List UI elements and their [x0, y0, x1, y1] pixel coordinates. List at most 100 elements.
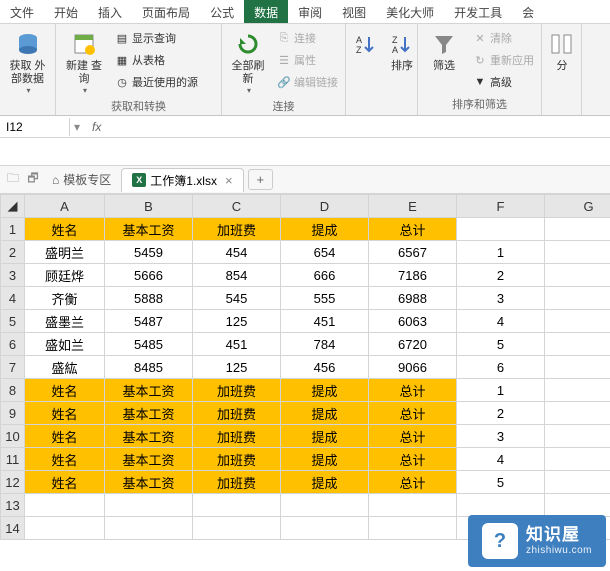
sort-za-button[interactable]: ZA 排序 — [386, 28, 418, 75]
cell[interactable]: 总计 — [369, 218, 457, 241]
get-external-data-button[interactable]: 获取 外部数据 — [4, 28, 51, 97]
col-header[interactable]: A — [25, 195, 105, 218]
cell[interactable]: 基本工资 — [105, 218, 193, 241]
cell[interactable]: 提成 — [281, 218, 369, 241]
tab-review[interactable]: 审阅 — [288, 0, 332, 23]
template-zone-tab[interactable]: ⌂ 模板专区 — [44, 168, 119, 191]
cell[interactable]: 总计 — [369, 425, 457, 448]
cell[interactable]: 4 — [457, 310, 545, 333]
cell[interactable]: 盛紘 — [25, 356, 105, 379]
row-header[interactable]: 11 — [1, 448, 25, 471]
cell[interactable]: 4 — [457, 448, 545, 471]
cell[interactable]: 2 — [457, 264, 545, 287]
cell[interactable]: 6988 — [369, 287, 457, 310]
tab-beautify[interactable]: 美化大师 — [376, 0, 444, 23]
reapply-button[interactable]: ↻重新应用 — [470, 50, 537, 70]
cell[interactable] — [545, 241, 610, 264]
row-header[interactable]: 4 — [1, 287, 25, 310]
spreadsheet-grid[interactable]: ◢ A B C D E F G 1 姓名 基本工资 加班费 提成 总计 2 盛明… — [0, 194, 610, 540]
row-header[interactable]: 13 — [1, 494, 25, 517]
name-box-dropdown[interactable]: ▾ — [70, 120, 84, 134]
cell[interactable] — [545, 287, 610, 310]
clear-filter-button[interactable]: ✕清除 — [470, 28, 537, 48]
cell[interactable]: 基本工资 — [105, 402, 193, 425]
cell[interactable] — [25, 517, 105, 540]
cell[interactable]: 总计 — [369, 471, 457, 494]
sort-az-button[interactable]: AZ — [350, 28, 382, 62]
cell[interactable] — [369, 517, 457, 540]
cell[interactable] — [545, 379, 610, 402]
cell[interactable] — [545, 356, 610, 379]
cell[interactable]: 盛如兰 — [25, 333, 105, 356]
cell[interactable]: 5459 — [105, 241, 193, 264]
cell[interactable]: 5487 — [105, 310, 193, 333]
cell[interactable]: 1 — [457, 379, 545, 402]
cell[interactable]: 基本工资 — [105, 379, 193, 402]
cell[interactable] — [457, 494, 545, 517]
row-header[interactable]: 2 — [1, 241, 25, 264]
cell[interactable]: 6 — [457, 356, 545, 379]
filter-button[interactable]: 筛选 — [422, 28, 466, 75]
cell[interactable]: 784 — [281, 333, 369, 356]
cell[interactable] — [545, 471, 610, 494]
cell[interactable]: 姓名 — [25, 218, 105, 241]
cell[interactable] — [281, 494, 369, 517]
cell[interactable] — [545, 333, 610, 356]
row-header[interactable]: 10 — [1, 425, 25, 448]
cell[interactable]: 姓名 — [25, 448, 105, 471]
col-header[interactable]: E — [369, 195, 457, 218]
cell[interactable]: 545 — [193, 287, 281, 310]
col-header[interactable]: C — [193, 195, 281, 218]
cell[interactable] — [105, 517, 193, 540]
cell[interactable]: 6720 — [369, 333, 457, 356]
tab-page-layout[interactable]: 页面布局 — [132, 0, 200, 23]
cell[interactable] — [281, 517, 369, 540]
cell[interactable]: 加班费 — [193, 471, 281, 494]
cell[interactable]: 提成 — [281, 402, 369, 425]
add-tab-button[interactable]: + — [248, 169, 274, 190]
cell[interactable] — [193, 517, 281, 540]
formula-input[interactable] — [109, 117, 610, 136]
cell[interactable] — [105, 494, 193, 517]
cell[interactable]: 5888 — [105, 287, 193, 310]
cell[interactable]: 5485 — [105, 333, 193, 356]
cell[interactable]: 总计 — [369, 448, 457, 471]
cell[interactable] — [457, 218, 545, 241]
properties-button[interactable]: ☰属性 — [274, 50, 341, 70]
row-header[interactable]: 8 — [1, 379, 25, 402]
cell[interactable]: 3 — [457, 287, 545, 310]
cell[interactable]: 基本工资 — [105, 471, 193, 494]
cell[interactable]: 提成 — [281, 448, 369, 471]
row-header[interactable]: 14 — [1, 517, 25, 540]
cell[interactable]: 7186 — [369, 264, 457, 287]
row-header[interactable]: 7 — [1, 356, 25, 379]
cell[interactable]: 454 — [193, 241, 281, 264]
row-header[interactable]: 5 — [1, 310, 25, 333]
cell[interactable]: 基本工资 — [105, 425, 193, 448]
recent-sources-button[interactable]: ◷最近使用的源 — [112, 72, 201, 92]
cell[interactable] — [545, 264, 610, 287]
cell[interactable] — [193, 494, 281, 517]
tab-file[interactable]: 文件 — [0, 0, 44, 23]
cell[interactable]: 姓名 — [25, 379, 105, 402]
cell[interactable]: 提成 — [281, 471, 369, 494]
connections-button[interactable]: ⎘连接 — [274, 28, 341, 48]
cell[interactable] — [545, 402, 610, 425]
tab-view[interactable]: 视图 — [332, 0, 376, 23]
text-to-columns-button[interactable]: 分 — [546, 28, 578, 75]
cell[interactable]: 555 — [281, 287, 369, 310]
cell[interactable]: 加班费 — [193, 218, 281, 241]
cell[interactable]: 451 — [193, 333, 281, 356]
cell[interactable]: 基本工资 — [105, 448, 193, 471]
tab-developer[interactable]: 开发工具 — [444, 0, 512, 23]
cell[interactable]: 654 — [281, 241, 369, 264]
cell[interactable]: 125 — [193, 310, 281, 333]
tab-extra[interactable]: 会 — [512, 0, 544, 23]
name-box[interactable]: I12 — [0, 118, 70, 136]
cell[interactable]: 总计 — [369, 379, 457, 402]
cell[interactable]: 666 — [281, 264, 369, 287]
tab-data[interactable]: 数据 — [244, 0, 288, 23]
cell[interactable]: 姓名 — [25, 425, 105, 448]
tab-formulas[interactable]: 公式 — [200, 0, 244, 23]
new-query-button[interactable]: 新建 查询 — [60, 28, 108, 97]
